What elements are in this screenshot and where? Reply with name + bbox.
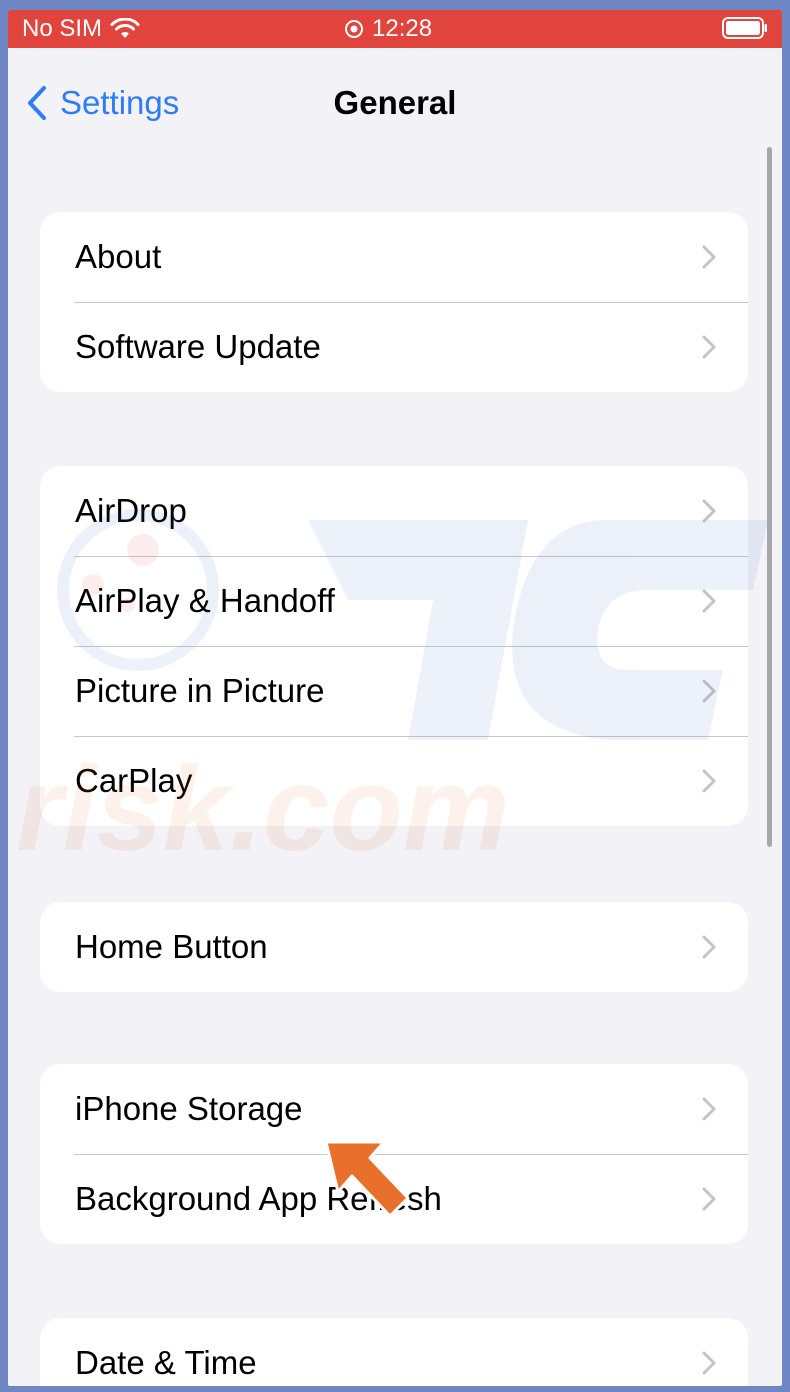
- carrier-label: No SIM: [22, 15, 103, 42]
- row-label: AirPlay & Handoff: [75, 582, 335, 619]
- row-airplay-handoff[interactable]: AirPlay & Handoff: [40, 556, 748, 646]
- page-title: General: [333, 84, 457, 121]
- row-label: Software Update: [75, 328, 321, 365]
- chevron-right-icon: [702, 935, 716, 959]
- chevron-right-icon: [702, 245, 716, 269]
- row-label: CarPlay: [75, 762, 193, 799]
- row-home-button[interactable]: Home Button: [40, 902, 748, 992]
- row-date-time[interactable]: Date & Time: [40, 1318, 748, 1386]
- row-label: Picture in Picture: [75, 672, 325, 709]
- row-picture-in-picture[interactable]: Picture in Picture: [40, 646, 748, 736]
- chevron-right-icon: [702, 769, 716, 793]
- row-label: Date & Time: [75, 1344, 257, 1381]
- row-airdrop[interactable]: AirDrop: [40, 466, 748, 556]
- settings-group-storage: iPhone Storage Background App Refresh: [40, 1064, 748, 1244]
- chevron-right-icon: [702, 1187, 716, 1211]
- row-iphone-storage[interactable]: iPhone Storage: [40, 1064, 748, 1154]
- chevron-right-icon: [702, 589, 716, 613]
- chevron-right-icon: [702, 1351, 716, 1375]
- navigation-bar: Settings General: [8, 48, 782, 148]
- settings-screen: No SIM 12:28 Settings General About Soft…: [8, 10, 782, 1386]
- row-software-update[interactable]: Software Update: [40, 302, 748, 392]
- row-about[interactable]: About: [40, 212, 748, 302]
- row-background-app-refresh[interactable]: Background App Refresh: [40, 1154, 748, 1244]
- orientation-lock-icon: [345, 20, 363, 38]
- battery-icon: [722, 17, 767, 39]
- chevron-right-icon: [702, 679, 716, 703]
- row-label: iPhone Storage: [75, 1090, 303, 1127]
- chevron-right-icon: [702, 499, 716, 523]
- row-carplay[interactable]: CarPlay: [40, 736, 748, 826]
- status-bar: No SIM 12:28: [8, 10, 782, 48]
- status-left: No SIM: [22, 15, 140, 43]
- settings-group-home: Home Button: [40, 902, 748, 992]
- row-label: Home Button: [75, 928, 268, 965]
- settings-group-datetime: Date & Time: [40, 1318, 748, 1386]
- settings-group-connectivity: AirDrop AirPlay & Handoff Picture in Pic…: [40, 466, 748, 826]
- clock: 12:28: [372, 15, 433, 42]
- scroll-indicator[interactable]: [767, 147, 772, 847]
- chevron-right-icon: [702, 335, 716, 359]
- status-right: [722, 17, 768, 46]
- row-label: About: [75, 238, 162, 275]
- status-center: 12:28: [344, 15, 432, 43]
- wifi-icon: [110, 18, 140, 38]
- settings-group-info: About Software Update: [40, 212, 748, 392]
- row-label: AirDrop: [75, 492, 187, 529]
- chevron-right-icon: [702, 1097, 716, 1121]
- row-label: Background App Refresh: [75, 1180, 442, 1217]
